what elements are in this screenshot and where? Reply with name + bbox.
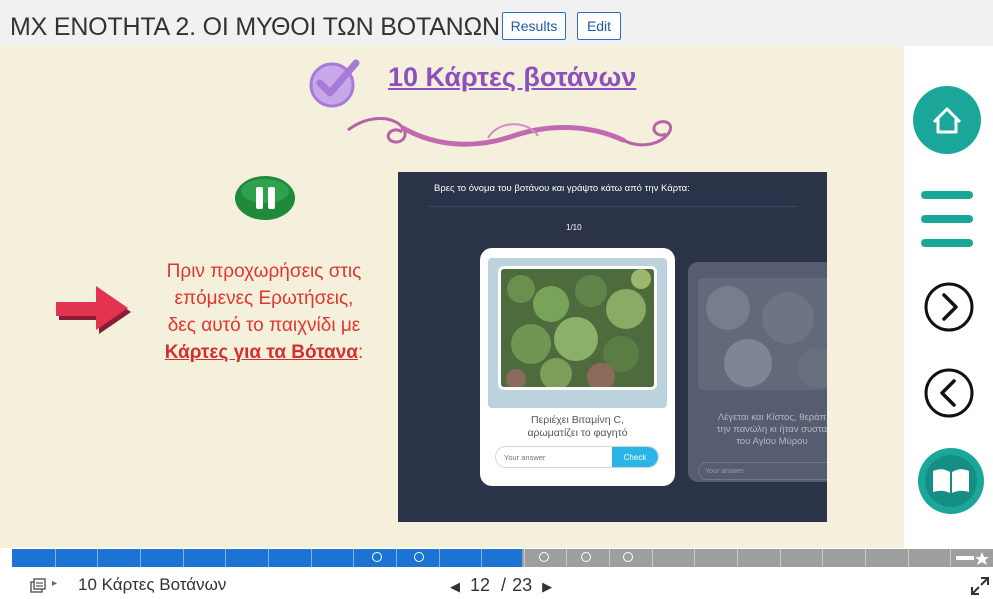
progress-segment-divider — [652, 549, 653, 567]
instruction-line: επόμενες Ερωτήσεις, — [174, 288, 354, 309]
fullscreen-icon[interactable] — [970, 576, 990, 596]
progress-segment-divider — [737, 549, 738, 567]
pages-icon[interactable] — [30, 578, 46, 594]
flourish-divider — [347, 117, 673, 147]
results-button[interactable]: Results — [502, 12, 566, 40]
progress-segment-divider — [694, 549, 695, 567]
progress-segment-divider — [908, 549, 909, 567]
total-pages: 23 — [512, 575, 533, 595]
book-button[interactable] — [915, 445, 987, 517]
progress-segment-divider — [481, 549, 482, 567]
card-image-frame — [488, 258, 667, 408]
next-page-button[interactable]: ▶ — [542, 579, 552, 595]
card-clue-line: αρωματίζει το φαγητό — [527, 427, 628, 439]
game-instruction: Βρες το όνομα του βοτάνου και γράψτο κάτ… — [434, 183, 690, 194]
next-flashcard[interactable]: Λέγεται και Κίστος, θεράπ την πανώλη κι … — [688, 262, 827, 482]
card-clue: Περιέχει Βιταμίνη C, αρωματίζει το φαγητ… — [480, 414, 675, 440]
card-clue-line: Λέγεται και Κίστος, θεράπ — [717, 412, 827, 423]
herb-photo-icon — [501, 269, 654, 387]
prev-page-button[interactable]: ◀ — [450, 579, 460, 595]
progress-segment-divider — [566, 549, 567, 567]
card-clue-line: του Αγίου Μύρου — [736, 436, 808, 447]
slide-progress-bar[interactable] — [12, 549, 993, 567]
slide-heading: 10 Κάρτες βοτάνων — [388, 62, 637, 92]
home-button[interactable] — [907, 80, 987, 160]
progress-segment-divider — [55, 549, 56, 567]
progress-segment-divider — [950, 549, 951, 567]
course-title: MX ΕΝΟΤΗΤΑ 2. ΟΙ ΜΥΘΟΙ ΤΩΝ ΒΟΤΑΝΩΝ — [10, 13, 500, 41]
progress-segment-divider — [311, 549, 312, 567]
top-bar: MX ΕΝΟΤΗΤΑ 2. ΟΙ ΜΥΘΟΙ ΤΩΝ ΒΟΤΑΝΩΝ Resul… — [0, 0, 993, 46]
progress-marker[interactable] — [581, 552, 591, 562]
card-clue-line: Περιέχει Βιταμίνη C, — [531, 414, 624, 426]
previous-button[interactable] — [918, 362, 980, 424]
progress-segment-divider — [97, 549, 98, 567]
star-icon[interactable] — [956, 551, 990, 565]
current-page: 12 — [470, 575, 491, 595]
check-button[interactable]: Check — [612, 447, 658, 467]
progress-segment-divider — [822, 549, 823, 567]
progress-segment-divider — [268, 549, 269, 567]
footer-bar: ▸ 10 Κάρτες Βοτάνων ◀ 12 /23 ▶ — [0, 567, 993, 599]
answer-row: Check — [495, 446, 659, 468]
card-clue: Λέγεται και Κίστος, θεράπ την πανώλη κι … — [692, 412, 827, 448]
link-suffix: : — [357, 342, 364, 363]
arrow-right-icon — [56, 286, 131, 334]
next-button[interactable] — [918, 276, 980, 338]
edit-button[interactable]: Edit — [577, 12, 621, 40]
progress-segment-divider — [353, 549, 354, 567]
instruction-line: δες αυτό το παιχνίδι με — [167, 315, 361, 336]
progress-segment-divider — [865, 549, 866, 567]
progress-segment-divider — [396, 549, 397, 567]
progress-marker[interactable] — [372, 552, 382, 562]
herb-cards-link[interactable]: Κάρτες για τα Βότανα — [165, 342, 358, 363]
instruction-text: Πριν προχωρήσεις στις επόμενες Ερωτήσεις… — [140, 258, 388, 366]
herb-image — [498, 266, 657, 390]
chevron-right-icon[interactable]: ▸ — [52, 578, 57, 589]
progress-segment-divider — [609, 549, 610, 567]
herb-image-dimmed — [698, 278, 827, 390]
progress-segment-divider — [780, 549, 781, 567]
divider — [428, 206, 798, 207]
menu-button[interactable] — [917, 187, 977, 251]
herb-photo-icon — [698, 278, 827, 390]
embedded-flashcard-game: Βρες το όνομα του βοτάνου και γράψτο κάτ… — [398, 172, 827, 522]
page-separator: / — [501, 575, 507, 595]
chapter-title: 10 Κάρτες Βοτάνων — [78, 575, 227, 594]
page-navigator: ◀ 12 /23 ▶ — [450, 575, 552, 596]
answer-input-dimmed: Your answer — [698, 462, 827, 480]
progress-segment-divider — [140, 549, 141, 567]
pause-button[interactable] — [234, 175, 296, 221]
progress-segment-divider — [183, 549, 184, 567]
progress-marker[interactable] — [414, 552, 424, 562]
progress-segment-divider — [524, 549, 525, 567]
checkmark-icon — [309, 59, 360, 108]
progress-marker[interactable] — [623, 552, 633, 562]
answer-input[interactable] — [496, 447, 614, 467]
instruction-line: Πριν προχωρήσεις στις — [166, 261, 362, 282]
progress-segment-divider — [225, 549, 226, 567]
progress-segment-divider — [439, 549, 440, 567]
card-progress: 1/10 — [566, 223, 582, 232]
progress-fill — [12, 549, 522, 567]
flashcard: Περιέχει Βιταμίνη C, αρωματίζει το φαγητ… — [480, 248, 675, 486]
card-clue-line: την πανώλη κι ήταν συστα — [716, 424, 827, 435]
progress-marker[interactable] — [539, 552, 549, 562]
